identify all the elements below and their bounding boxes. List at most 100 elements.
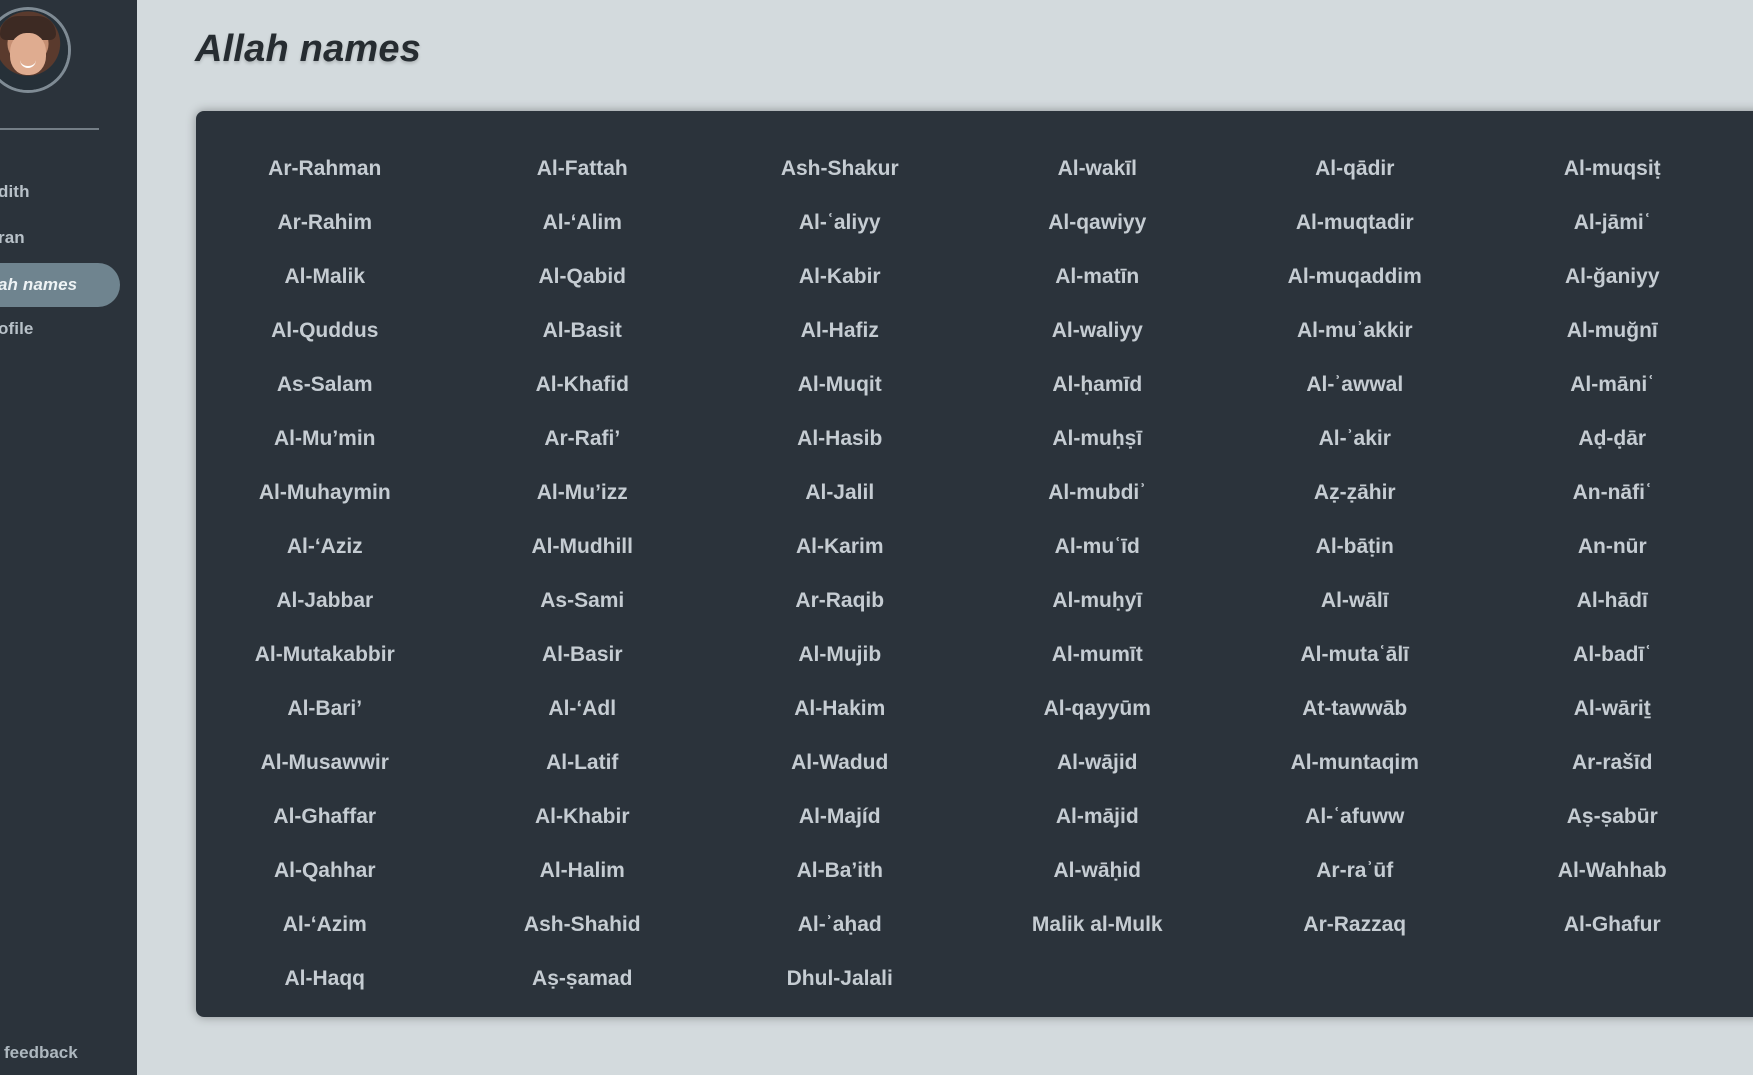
allah-name-item: Al-muḥṣī	[1052, 427, 1143, 450]
allah-name-item: Al-Haqq	[284, 967, 366, 990]
allah-name-item: Al-muqaddim	[1287, 265, 1422, 288]
allah-name-item: Al-ʾakir	[1318, 427, 1391, 450]
allah-name-item: Al-Karim	[795, 535, 884, 558]
allah-name-item: Al-muʿīd	[1054, 535, 1140, 558]
allah-name-item: Al-Fattah	[536, 157, 628, 180]
sidebar-item-allah-names[interactable]: ah names	[0, 263, 120, 307]
allah-name-item: Al-Khafid	[535, 373, 629, 396]
allah-name-item: Al-Hasib	[797, 427, 883, 450]
allah-name-item: Al-Jabbar	[276, 589, 374, 612]
allah-name-item: At-tawwāb	[1302, 697, 1408, 720]
allah-name-item: Al-Ba’ith	[796, 859, 883, 882]
allah-name-item: Al-Halim	[539, 859, 625, 882]
feedback-link[interactable]: feedback	[4, 1043, 78, 1063]
allah-name-item: Al-Jalil	[805, 481, 875, 504]
allah-name-item: Al-muğnī	[1566, 319, 1658, 342]
allah-name-item: Al-muqtadir	[1295, 211, 1414, 234]
allah-name-item: Al-Mujib	[798, 643, 882, 666]
allah-name-item: Al-muqsiṭ	[1563, 157, 1661, 180]
allah-name-item: Al-hādī	[1576, 589, 1648, 612]
allah-name-item: Al-ʿafuww	[1305, 805, 1405, 828]
allah-name-item: Al-‘Azim	[282, 913, 367, 936]
allah-name-item: Al-‘Alim	[542, 211, 622, 234]
allah-name-item: Al-Mutakabbir	[254, 643, 395, 666]
allah-name-item: Al-wāḥid	[1053, 859, 1142, 882]
allah-name-item: Ar-Rafi’	[544, 427, 621, 450]
sidebar-item-hadith[interactable]: dith	[0, 170, 120, 214]
allah-name-item: Al-bāṭin	[1315, 535, 1394, 558]
allah-name-item: Al-‘Adl	[548, 697, 617, 720]
sidebar-item-label: ofile	[0, 319, 34, 338]
allah-name-item: Al-badīʿ	[1573, 643, 1652, 666]
allah-name-item: Al-ʿaliyy	[798, 211, 881, 234]
allah-name-item: Al-muḥyī	[1052, 589, 1143, 612]
allah-name-item: Aḍ-ḍār	[1578, 427, 1647, 450]
avatar-face	[10, 33, 46, 75]
allah-name-item: Al-‘Aziz	[286, 535, 363, 558]
allah-name-item: Al-Basit	[542, 319, 622, 342]
names-grid: Ar-Rahman Al-Fattah Ash-Shakur Al-wakīl Al-q…	[196, 142, 1741, 1006]
allah-name-item: Al-mājid	[1055, 805, 1139, 828]
allah-name-item: Al-Muhaymin	[258, 481, 391, 504]
allah-name-item: Al-Musawwir	[260, 751, 389, 774]
allah-name-item: Al-mā­niʿ	[1570, 373, 1655, 396]
sidebar-item-quran[interactable]: ran	[0, 216, 120, 260]
allah-name-item: Al-Basir	[541, 643, 623, 666]
allah-name-item: Ar-rašīd	[1571, 751, 1653, 774]
allah-name-item: Al-Malik	[284, 265, 365, 288]
allah-name-item: Al-ʾawwal	[1306, 373, 1404, 396]
sidebar: dith ran ah names ofile feedback	[0, 0, 137, 1075]
allah-name-item: Aṣ-ṣamad	[532, 967, 633, 990]
allah-name-item: Al-Mu’izz	[536, 481, 628, 504]
allah-name-item: Dhul-Jalali	[786, 967, 893, 990]
allah-name-item: Al-wāriṯ	[1573, 697, 1651, 720]
allah-name-item: Al-jāmiʿ	[1573, 211, 1651, 234]
sidebar-item-label: ran	[0, 228, 25, 247]
allah-name-item: Al-qādir	[1315, 157, 1395, 180]
allah-name-item: An-nāfiʿ	[1572, 481, 1652, 504]
allah-name-item: Al-wālī	[1320, 589, 1389, 612]
allah-name-item: Al-muʾakkir	[1296, 319, 1413, 342]
allah-name-item: Al-Latif	[546, 751, 619, 774]
allah-name-item: Al-Wahhab	[1557, 859, 1667, 882]
allah-name-item: Al-Hafiz	[800, 319, 879, 342]
allah-name-item: Aṣ-ṣabūr	[1566, 805, 1658, 828]
allah-name-item: Al-Hakim	[794, 697, 886, 720]
sidebar-item-label: dith	[0, 182, 30, 201]
allah-name-item: Al-qawiyy	[1048, 211, 1147, 234]
allah-name-item: Al-Qabid	[538, 265, 627, 288]
names-panel: Ar-Rahman Al-Fattah Ash-Shakur Al-wakīl Al-q…	[196, 111, 1753, 1017]
allah-name-item: Al-muntaqim	[1290, 751, 1419, 774]
allah-name-item: Al-Wadud	[791, 751, 889, 774]
allah-name-item: Al-qayyūm	[1043, 697, 1151, 720]
allah-name-item: Al-Ghaffar	[273, 805, 377, 828]
allah-name-item: Al-Ghafur	[1563, 913, 1661, 936]
allah-name-item: Ar-Raqib	[795, 589, 885, 612]
allah-name-item: Al-mubdiʾ	[1048, 481, 1147, 504]
allah-name-item: Al-Khabir	[535, 805, 630, 828]
allah-name-item: Aẓ-ẓāhir	[1313, 481, 1396, 504]
sidebar-item-label: ah names	[0, 275, 78, 294]
allah-name-item: Al-Bari’	[287, 697, 363, 720]
allah-name-item: Al-mutaʿālī	[1300, 643, 1409, 666]
allah-name-item: Al-mumīt	[1051, 643, 1143, 666]
allah-name-item: Al-Mu’min	[274, 427, 376, 450]
allah-name-item: Al-Majíd	[798, 805, 881, 828]
allah-name-item: Al-Mudhill	[531, 535, 633, 558]
allah-name-item: Al-wājid	[1056, 751, 1138, 774]
allah-name-item: Ar-raʾūf	[1316, 859, 1394, 882]
allah-name-item: Al-waliyy	[1051, 319, 1143, 342]
allah-name-item: An-nūr	[1577, 535, 1647, 558]
sidebar-item-profile[interactable]: ofile	[0, 307, 120, 351]
sidebar-divider	[0, 128, 99, 130]
allah-name-item: Ar-Rahim	[277, 211, 372, 234]
allah-name-item: Al-Qahhar	[273, 859, 376, 882]
allah-name-item: Al-ğaniyy	[1564, 265, 1660, 288]
avatar[interactable]	[0, 10, 68, 90]
allah-name-item: Al-matīn	[1055, 265, 1140, 288]
allah-name-item: Al-ḥamīd	[1052, 373, 1143, 396]
allah-name-item: Ash-Shahid	[523, 913, 641, 936]
allah-name-item: Al-ʾaḥad	[797, 913, 882, 936]
allah-name-item: Malik al-Mulk	[1031, 913, 1163, 936]
allah-name-item: As-Sami	[540, 589, 625, 612]
